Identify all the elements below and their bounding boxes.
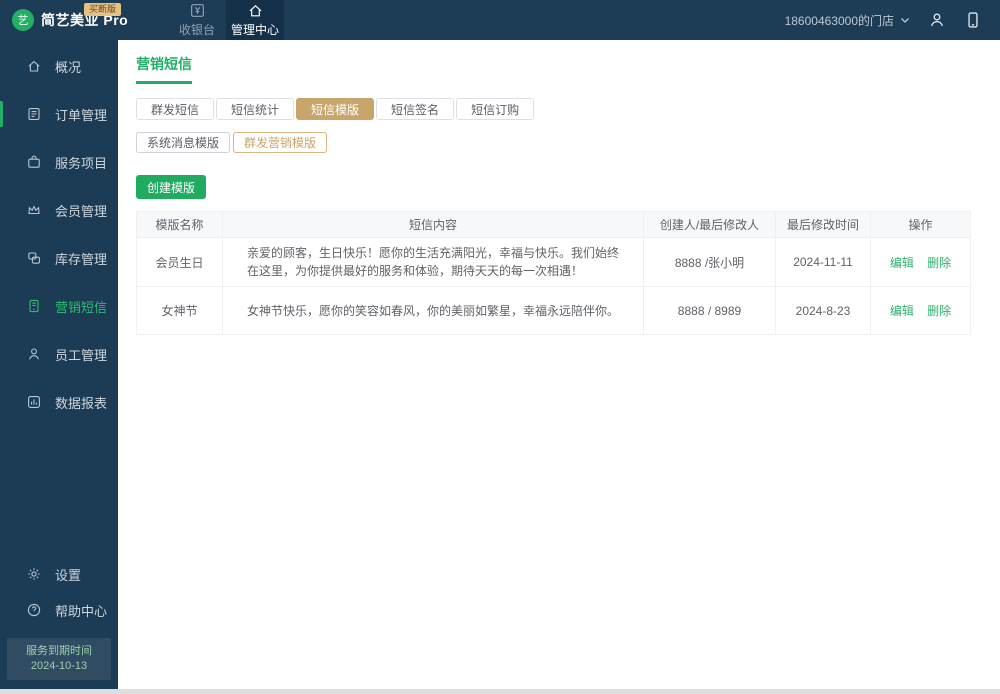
header-template-name: 模版名称 [136,211,223,238]
sidebar-item-label: 库存管理 [55,251,108,267]
service-expiry-label: 服务到期时间 [26,645,92,657]
store-selector[interactable]: 18600463000的门店 [785,12,910,29]
template-content: 女神节快乐，愿你的笑容如春风，你的美丽如繁星，幸福永远陪伴你。 [222,286,644,335]
template-content: 亲爱的顾客，生日快乐！愿你的生活充满阳光，幸福与快乐。我们始终在这里，为你提供最… [222,237,644,287]
subtab-system-templates[interactable]: 系统消息模版 [136,132,231,153]
person-icon [26,346,42,362]
sidebar-item-label: 订单管理 [55,107,108,123]
order-list-icon [26,106,42,122]
brand: 艺 简艺美业 Pro 买断版 [0,0,150,40]
page-title: 营销短信 [136,54,192,84]
brand-edition-badge: 买断版 [84,3,122,16]
sidebar-item-reports[interactable]: 数据报表 [0,378,118,426]
table-header-row: 模版名称 短信内容 创建人/最后修改人 最后修改时间 操作 [136,211,971,238]
sidebar-item-overview[interactable]: 概况 [0,42,118,90]
subtab-marketing-templates[interactable]: 群发营销模版 [233,132,328,153]
sidebar-item-help-center[interactable]: 帮助中心 [0,592,118,628]
template-name: 女神节 [136,286,223,335]
tab-management-center[interactable]: 管理中心 [226,0,284,40]
sidebar-item-label: 会员管理 [55,203,108,219]
edit-link[interactable]: 编辑 [890,256,914,270]
sidebar-item-label: 设置 [55,567,82,583]
inventory-boxes-icon [26,250,42,266]
sidebar-item-members[interactable]: 会员管理 [0,186,118,234]
template-editor: 8888 /张小明 [643,237,776,287]
cashier-icon [189,2,206,19]
header-sms-content: 短信内容 [222,211,644,238]
table-row: 女神节 女神节快乐，愿你的笑容如春风，你的美丽如繁星，幸福永远陪伴你。 8888… [136,286,971,335]
row-actions: 编辑 删除 [870,237,971,287]
template-editor: 8888 / 8989 [643,286,776,335]
row-actions: 编辑 删除 [870,286,971,335]
tab-management-label: 管理中心 [230,23,279,37]
create-template-button[interactable]: 创建模版 [136,175,207,199]
sidebar-item-orders[interactable]: 订单管理 [0,90,118,138]
template-subtabs: 系统消息模版 群发营销模版 [136,132,970,153]
sidebar-item-label: 数据报表 [55,395,108,411]
tab-bulk-sms[interactable]: 群发短信 [136,98,215,120]
main-content: 营销短信 群发短信 短信统计 短信模版 短信签名 短信订购 系统消息模版 群发营… [118,40,1000,694]
user-account-icon[interactable] [928,11,946,29]
sidebar-item-settings[interactable]: 设置 [0,556,118,592]
mobile-device-icon[interactable] [964,11,982,29]
header-creator: 创建人/最后修改人 [643,211,776,238]
delete-link[interactable]: 删除 [927,256,951,270]
sidebar-item-services[interactable]: 服务项目 [0,138,118,186]
tab-sms-statistics[interactable]: 短信统计 [216,98,295,120]
window-bottom-edge [0,689,1000,694]
help-circle-icon [26,602,42,618]
delete-link[interactable]: 删除 [927,304,951,318]
template-modified-time: 2024-8-23 [775,286,871,335]
home-icon [26,58,42,74]
table-row: 会员生日 亲爱的顾客，生日快乐！愿你的生活充满阳光，幸福与快乐。我们始终在这里，… [136,237,971,287]
gear-icon [26,566,42,582]
service-expiry-date: 2024-10-13 [30,660,88,672]
sidebar-item-marketing-sms[interactable]: 营销短信 [0,282,118,330]
active-edge-indicator [0,101,3,127]
topbar: 艺 简艺美业 Pro 买断版 收银台 管理中心 18600463000的门店 [0,0,1000,40]
template-name: 会员生日 [136,237,223,287]
sidebar-nav: 概况 订单管理 服务项目 会员管理 库存管理 营销短信 员工管理 数据报表 [0,40,118,426]
tab-cashier[interactable]: 收银台 [168,0,226,40]
template-table: 模版名称 短信内容 创建人/最后修改人 最后修改时间 操作 会员生日 亲爱的顾客… [136,211,971,335]
sidebar-item-label: 员工管理 [55,347,108,363]
sidebar-bottom-nav: 设置 帮助中心 服务到期时间 2024-10-13 [0,554,118,694]
sidebar-item-label: 服务项目 [55,155,108,171]
service-expiry-box: 服务到期时间 2024-10-13 [7,638,111,680]
tab-sms-templates[interactable]: 短信模版 [296,98,375,120]
sidebar-item-inventory[interactable]: 库存管理 [0,234,118,282]
crown-icon [26,202,42,218]
topbar-right: 18600463000的门店 [785,0,1000,40]
bar-chart-icon [26,394,42,410]
chevron-down-icon [900,13,910,27]
sms-tabs: 群发短信 短信统计 短信模版 短信签名 短信订购 [136,98,970,120]
briefcase-icon [26,154,42,170]
sidebar: 概况 订单管理 服务项目 会员管理 库存管理 营销短信 员工管理 数据报表 设置… [0,40,118,694]
sidebar-item-staff[interactable]: 员工管理 [0,330,118,378]
home-icon [247,2,264,19]
sidebar-item-label: 概况 [55,59,82,75]
brand-logo-icon: 艺 [12,9,34,31]
header-actions: 操作 [870,211,971,238]
sidebar-item-label: 营销短信 [55,299,108,315]
tab-sms-signature[interactable]: 短信签名 [376,98,455,120]
sms-phone-icon [26,298,42,314]
store-name: 18600463000的门店 [784,13,894,28]
template-modified-time: 2024-11-11 [775,237,871,287]
header-modified-time: 最后修改时间 [775,211,871,238]
sidebar-item-label: 帮助中心 [55,603,108,619]
tab-sms-purchase[interactable]: 短信订购 [456,98,535,120]
edit-link[interactable]: 编辑 [890,304,914,318]
tab-cashier-label: 收银台 [178,23,215,37]
topbar-tabs: 收银台 管理中心 [168,0,284,40]
